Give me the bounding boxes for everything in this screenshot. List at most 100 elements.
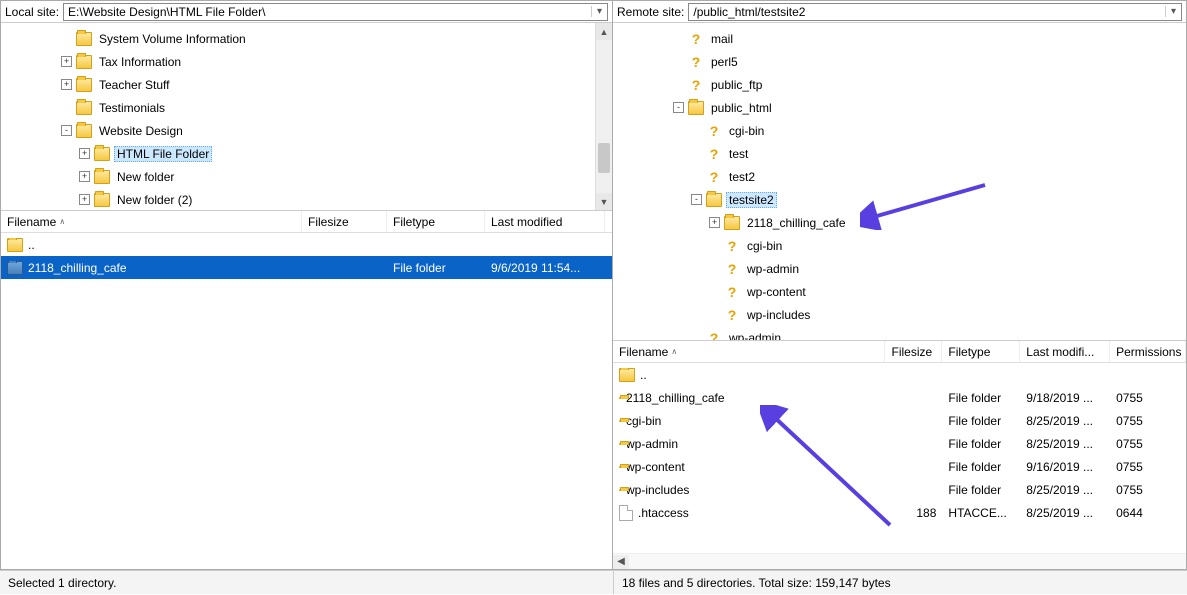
expand-toggle[interactable]: + [709, 217, 720, 228]
tree-node-label: Teacher Stuff [96, 77, 173, 93]
tree-node[interactable]: ?wp-content [709, 280, 1186, 303]
scroll-left-icon[interactable]: ◀ [613, 555, 629, 569]
expand-spacer [691, 148, 702, 159]
local-site-label: Local site: [5, 5, 59, 19]
list-row[interactable]: .. [613, 363, 1186, 386]
column-label: Filetype [948, 345, 990, 359]
remote-h-scrollbar[interactable]: ◀ [613, 553, 1186, 569]
expand-toggle[interactable]: - [691, 194, 702, 205]
list-row[interactable]: wp-contentFile folder9/16/2019 ...0755 [613, 455, 1186, 478]
expand-toggle[interactable]: + [61, 56, 72, 67]
list-row[interactable]: .. [1, 233, 612, 256]
local-file-list[interactable]: Filename∧ Filesize FiletypeLast modified .… [1, 211, 612, 569]
local-list-header[interactable]: Filename∧ Filesize FiletypeLast modified [1, 211, 612, 233]
tree-node[interactable]: + HTML File Folder [79, 142, 612, 165]
expand-spacer [709, 240, 720, 251]
list-row[interactable]: wp-adminFile folder8/25/2019 ...0755 [613, 432, 1186, 455]
tree-node[interactable]: System Volume Information [61, 27, 612, 50]
scroll-up-icon[interactable]: ▲ [596, 23, 612, 40]
tree-node[interactable]: +New folder (2) [79, 188, 612, 211]
local-path-combo[interactable]: ▾ [63, 3, 608, 21]
expand-toggle[interactable]: - [61, 125, 72, 136]
tree-node[interactable]: + Teacher Stuff [61, 73, 612, 96]
file-name: 2118_chilling_cafe [626, 391, 725, 405]
remote-list-header[interactable]: Filename∧ Filesize Filetype Last modifi...P… [613, 341, 1186, 363]
column-header[interactable]: Filename∧ [1, 211, 302, 232]
tree-node[interactable]: ?cgi-bin [709, 234, 1186, 257]
tree-node[interactable]: ?cgi-bin [691, 119, 1186, 142]
column-header[interactable]: Filesize [885, 341, 942, 362]
column-header[interactable]: Filetype [387, 211, 485, 232]
tree-node[interactable]: +2118_chilling_cafe [709, 211, 1186, 234]
expand-toggle[interactable]: + [79, 148, 90, 159]
tree-node-label: testsite2 [726, 192, 777, 208]
column-header[interactable]: Filename∧ [613, 341, 885, 362]
local-path-input[interactable] [64, 5, 591, 19]
remote-status-bar: 18 files and 5 directories. Total size: … [613, 570, 1187, 594]
column-header[interactable]: Permissions [1110, 341, 1186, 362]
list-row[interactable]: cgi-binFile folder8/25/2019 ...0755 [613, 409, 1186, 432]
expand-spacer [673, 56, 684, 67]
local-tree-scrollbar[interactable]: ▲ ▼ [595, 23, 612, 210]
remote-file-list[interactable]: Filename∧ Filesize Filetype Last modifi...P… [613, 341, 1186, 569]
tree-node-label: Tax Information [96, 54, 184, 70]
tree-node[interactable]: ?test2 [691, 165, 1186, 188]
expand-spacer [709, 309, 720, 320]
remote-tree[interactable]: ?mail?perl5?public_ftp-public_html?cgi-b… [613, 23, 1186, 341]
expand-spacer [691, 171, 702, 182]
chevron-down-icon[interactable]: ▾ [1165, 6, 1181, 17]
tree-node[interactable]: - testsite2 [691, 188, 1186, 211]
remote-path-combo[interactable]: ▾ [688, 3, 1182, 21]
file-permissions: 0755 [1110, 460, 1186, 474]
tree-node[interactable]: ?wp-includes [709, 303, 1186, 326]
expand-toggle[interactable]: + [79, 171, 90, 182]
tree-node[interactable]: ?test [691, 142, 1186, 165]
unknown-icon: ? [688, 31, 704, 47]
file-permissions: 0755 [1110, 391, 1186, 405]
tree-node-label: cgi-bin [726, 123, 767, 139]
file-name: 2118_chilling_cafe [28, 261, 127, 275]
remote-pathbar: Remote site: ▾ [613, 1, 1186, 23]
column-label: Filesize [308, 215, 349, 229]
tree-node-label: New folder [114, 169, 177, 185]
local-tree[interactable]: System Volume Information + Tax Informatio… [1, 23, 612, 211]
column-header[interactable]: Last modifi... [1020, 341, 1110, 362]
tree-node[interactable]: -public_html [673, 96, 1186, 119]
unknown-icon: ? [688, 77, 704, 93]
column-label: Filesize [891, 345, 932, 359]
list-row[interactable]: 2118_chilling_cafeFile folder9/6/2019 11… [1, 256, 612, 279]
column-header[interactable]: Filesize [302, 211, 387, 232]
file-type: File folder [942, 391, 1020, 405]
scroll-thumb[interactable] [598, 143, 610, 173]
expand-toggle[interactable]: + [79, 194, 90, 205]
expand-toggle[interactable]: - [673, 102, 684, 113]
column-header[interactable]: Filetype [942, 341, 1020, 362]
tree-node[interactable]: ?wp-admin [709, 257, 1186, 280]
tree-node[interactable]: ?public_ftp [673, 73, 1186, 96]
file-modified: 9/18/2019 ... [1020, 391, 1110, 405]
list-row[interactable]: .htaccess188HTACCE...8/25/2019 ...0644 [613, 501, 1186, 524]
remote-path-input[interactable] [689, 5, 1165, 19]
tree-node[interactable]: + New folder [79, 165, 612, 188]
expand-spacer [673, 79, 684, 90]
list-row[interactable]: 2118_chilling_cafe File folder9/18/2019 .… [613, 386, 1186, 409]
column-header[interactable]: Last modified [485, 211, 605, 232]
tree-node[interactable]: ?wp-admin [691, 326, 1186, 341]
chevron-down-icon[interactable]: ▾ [591, 6, 607, 17]
tree-node[interactable]: Testimonials [61, 96, 612, 119]
file-name: wp-content [626, 460, 685, 474]
expand-spacer [61, 102, 72, 113]
tree-node-label: test2 [726, 169, 758, 185]
list-row[interactable]: wp-includesFile folder8/25/2019 ...0755 [613, 478, 1186, 501]
tree-node-label: HTML File Folder [114, 146, 212, 162]
tree-node[interactable]: + Tax Information [61, 50, 612, 73]
unknown-icon: ? [688, 54, 704, 70]
file-modified: 8/25/2019 ... [1020, 506, 1110, 520]
file-type: File folder [387, 261, 485, 275]
tree-node[interactable]: -Website Design [61, 119, 612, 142]
expand-toggle[interactable]: + [61, 79, 72, 90]
tree-node[interactable]: ?perl5 [673, 50, 1186, 73]
scroll-down-icon[interactable]: ▼ [596, 193, 612, 210]
file-permissions: 0755 [1110, 437, 1186, 451]
tree-node[interactable]: ?mail [673, 27, 1186, 50]
